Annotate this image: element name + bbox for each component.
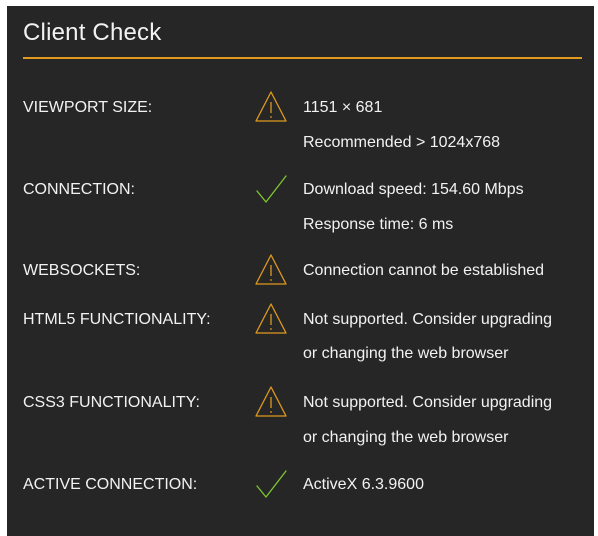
- html5-status-line-2: or changing the web browser: [303, 345, 509, 362]
- active-connection-value: ActiveX 6.3.9600: [303, 476, 424, 493]
- warning-icon: [254, 385, 288, 419]
- warning-icon: [254, 90, 288, 124]
- row-label-websockets: WEBSOCKETS:: [23, 262, 141, 279]
- row-label-connection: CONNECTION:: [23, 181, 135, 198]
- css3-status-line-2: or changing the web browser: [303, 429, 509, 446]
- html5-status-line-1: Not supported. Consider upgrading: [303, 311, 553, 328]
- websockets-status: Connection cannot be established: [303, 262, 545, 279]
- response-time-value: Response time: 6 ms: [303, 216, 454, 233]
- panel-title: Client Check: [23, 19, 162, 46]
- row-label-html5: HTML5 FUNCTIONALITY:: [23, 311, 211, 328]
- row-label-viewport-size: VIEWPORT SIZE:: [23, 99, 153, 116]
- warning-icon: [254, 302, 288, 336]
- download-speed-value: Download speed: 154.60 Mbps: [303, 181, 524, 198]
- check-icon: [254, 467, 288, 501]
- viewport-size-recommendation: Recommended > 1024x768: [303, 134, 501, 151]
- viewport-size-value: 1151 × 681: [303, 99, 383, 116]
- row-label-active-connection: ACTIVE CONNECTION:: [23, 476, 198, 493]
- client-check-panel: Client Check VIEWPORT SIZE: 1151 × 681 R…: [7, 6, 594, 536]
- row-label-css3: CSS3 FUNCTIONALITY:: [23, 394, 200, 411]
- check-icon: [254, 172, 288, 206]
- css3-status-line-1: Not supported. Consider upgrading: [303, 394, 553, 411]
- warning-icon: [254, 253, 288, 287]
- title-divider: [23, 57, 582, 59]
